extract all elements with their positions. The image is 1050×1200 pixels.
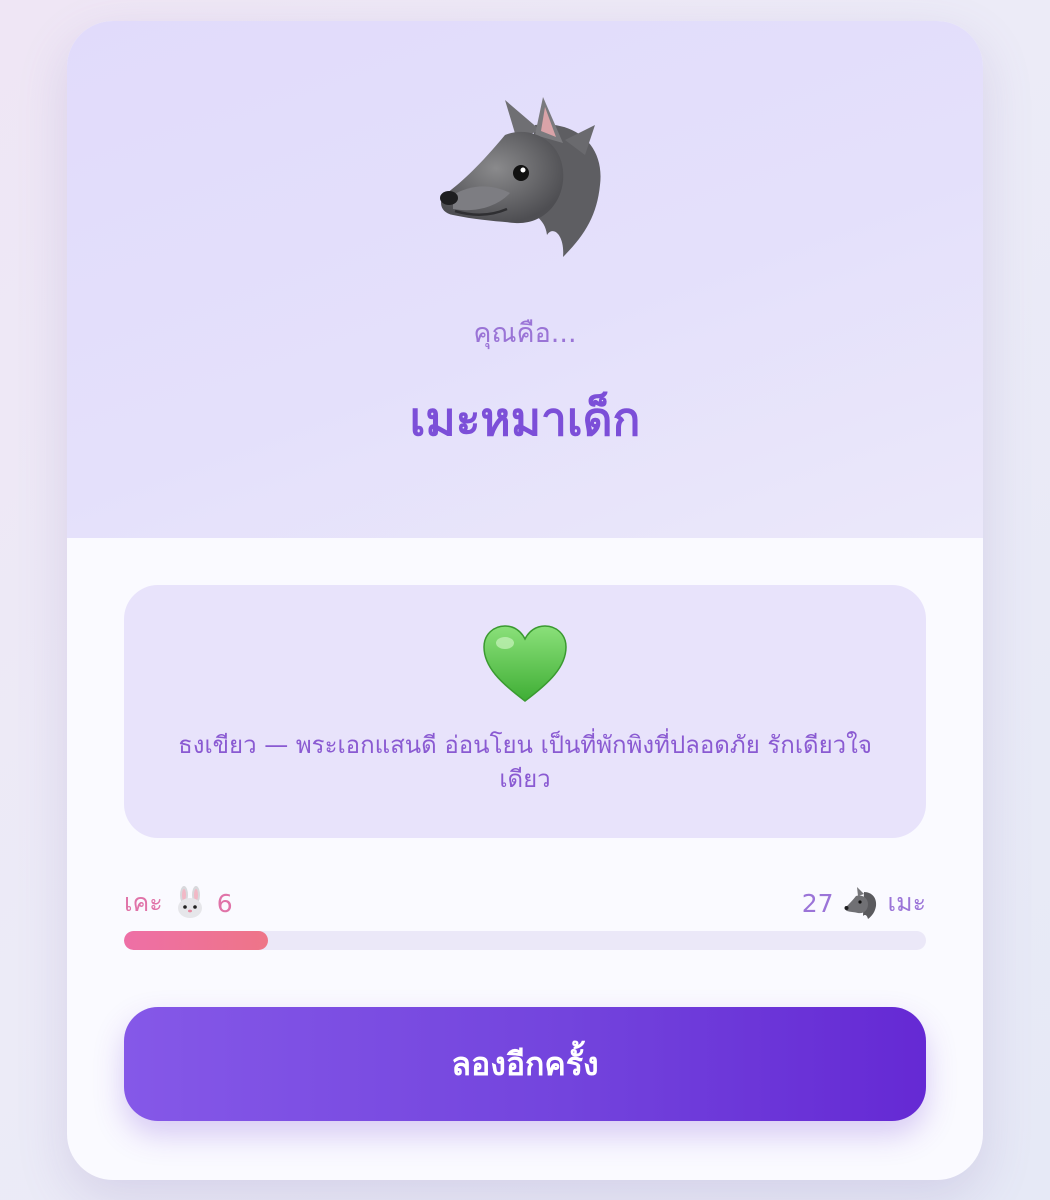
result-hero: คุณคือ... เมะหมาเด็ก bbox=[67, 21, 983, 538]
keh-label: เคะ bbox=[124, 888, 163, 917]
description-text: ธงเขียว — พระเอกแสนดี อ่อนโยน เป็นที่พัก… bbox=[178, 731, 872, 793]
result-card: คุณคือ... เมะหมาเด็ก ธงเขียว — พระเอกแสน… bbox=[67, 21, 983, 1180]
wolf-face-icon bbox=[844, 887, 876, 919]
score-progress-track bbox=[124, 931, 926, 950]
retry-button[interactable]: ลองอีกครั้ง bbox=[124, 1007, 926, 1121]
score-progress-fill bbox=[124, 931, 269, 950]
description-box: ธงเขียว — พระเอกแสนดี อ่อนโยน เป็นที่พัก… bbox=[124, 585, 926, 838]
rabbit-face-icon bbox=[177, 886, 202, 918]
keh-score: เคะ 6 bbox=[124, 883, 233, 923]
meh-score: 27 เมะ bbox=[802, 883, 926, 923]
meh-label: เมะ bbox=[887, 888, 926, 917]
result-title: เมะหมาเด็ก bbox=[409, 392, 641, 446]
keh-value: 6 bbox=[216, 888, 233, 918]
green-heart-icon bbox=[483, 625, 567, 702]
meh-value: 27 bbox=[801, 888, 834, 918]
wolf-face-icon bbox=[440, 97, 601, 258]
result-subtitle: คุณคือ... bbox=[473, 318, 577, 349]
